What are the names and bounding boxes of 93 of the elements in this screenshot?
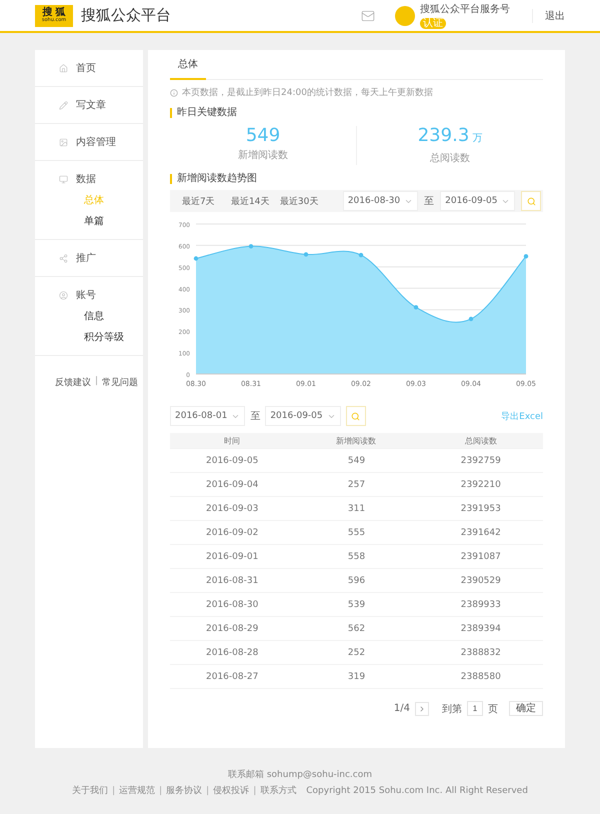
table-cell-text: 562 (346, 624, 366, 634)
table-cell-text: 549 (346, 456, 366, 466)
link-separator: | (112, 786, 116, 796)
date-select[interactable]: 2016-08-30 (342, 191, 418, 211)
link-separator: | (159, 786, 162, 796)
confirm-button[interactable]: 确定 (509, 701, 543, 716)
copyright: Copyright 2015 Sohu.com Inc. All Right Reserved (306, 786, 528, 796)
chevron-right-icon (418, 704, 426, 712)
logo-text: 搜 狐 (42, 8, 66, 18)
nav-icon (59, 290, 68, 300)
table-cell-text: 2016-09-01 (205, 552, 260, 562)
table-cell-text: 2016-08-30 (205, 600, 260, 610)
range-link[interactable]: 最近7天 (182, 194, 225, 208)
sidebar-subitem[interactable]: 信息 (35, 306, 143, 327)
table-cell-text: 2016-09-04 (205, 480, 260, 490)
nav-icon (59, 254, 68, 262)
search-icon (526, 196, 536, 206)
section-heading: 昨日关键数据 (170, 108, 543, 118)
sidebar-item[interactable]: 内容管理 (35, 131, 143, 153)
table-cell-text: 2016-09-05 (205, 456, 260, 466)
help-link[interactable]: 常见问题 (102, 376, 138, 389)
avatar (395, 6, 415, 26)
column-header: 新增阅读数 (335, 436, 378, 446)
column-header: 时间 (223, 436, 242, 446)
link-separator: | (206, 786, 210, 796)
page-input[interactable]: 1 (467, 701, 483, 716)
table-cell-text: 555 (346, 528, 366, 538)
table-cell-text: 2388580 (460, 672, 502, 682)
table-cell-text: 257 (346, 480, 366, 490)
info-icon (170, 88, 178, 96)
date-select[interactable]: 2016-09-05 (440, 191, 516, 211)
sidebar-item[interactable]: 账号 (35, 284, 143, 306)
table-cell-text: 319 (346, 672, 366, 682)
table-cell-text: 2389933 (460, 600, 502, 610)
mail-icon[interactable] (361, 8, 375, 22)
table-cell-text: 2016-09-02 (205, 528, 260, 538)
stat-label: 新增阅读数 (238, 148, 288, 162)
sidebar-item[interactable]: 写文章 (35, 94, 143, 116)
search-icon (351, 412, 360, 420)
sidebar-item[interactable]: 数据 (35, 168, 143, 190)
link-separator: | (95, 376, 98, 388)
nav-icon (59, 138, 68, 146)
sidebar-item[interactable]: 首页 (35, 57, 143, 79)
tab[interactable]: 总体 (170, 50, 206, 80)
table-cell-text: 2392759 (460, 456, 502, 466)
table-cell-text: 539 (346, 600, 366, 610)
table-cell-text: 2016-08-28 (205, 648, 260, 658)
search-button[interactable] (346, 406, 366, 426)
search-button[interactable] (521, 191, 541, 211)
table-cell-text: 2389394 (460, 624, 502, 634)
nav-icon (59, 174, 68, 184)
table-cell-text: 2016-09-03 (205, 504, 260, 514)
table-cell-text: 252 (346, 648, 366, 658)
nav-icon (59, 64, 68, 72)
contact-email: 联系邮箱 sohump@sohu-inc.com (228, 768, 372, 781)
range-link[interactable]: 最近30天 (280, 194, 323, 208)
table-cell-text: 2016-08-29 (205, 624, 260, 634)
table-cell-text: 596 (346, 576, 366, 586)
sidebar-subitem[interactable]: 单篇 (35, 211, 143, 232)
table-cell-text: 2016-08-31 (205, 576, 260, 586)
goto-label: 到第 (442, 702, 462, 716)
platform-title: 搜狐公众平台 (81, 6, 172, 25)
table-cell-text: 2391087 (460, 552, 502, 562)
column-header: 总阅读数 (464, 436, 498, 446)
date-select[interactable]: 2016-09-05 (265, 406, 341, 426)
table-cell-text: 2392210 (460, 480, 502, 490)
sidebar-item[interactable]: 推广 (35, 247, 143, 269)
range-separator: 至 (424, 195, 434, 208)
table-cell-text: 2391642 (460, 528, 502, 538)
page-unit: 页 (488, 702, 498, 716)
verified-badge: 认证 (420, 18, 446, 29)
link-separator: | (253, 786, 256, 796)
notice-text: 本页数据，是截止到昨日24:00的统计数据，每天上午更新数据 (182, 86, 433, 99)
table-cell-text: 311 (346, 504, 366, 514)
stat-value: 239.3 万 (418, 126, 482, 148)
table-cell-text: 2390529 (460, 576, 502, 586)
next-page-button[interactable] (415, 702, 429, 716)
table-cell-text: 2391953 (460, 504, 502, 514)
help-link[interactable]: 反馈建议 (55, 376, 91, 389)
section-heading: 新增阅读数趋势图 (170, 174, 543, 184)
range-separator: 至 (250, 410, 260, 423)
date-select[interactable]: 2016-08-01 (170, 406, 246, 426)
table-cell-text: 2388832 (460, 648, 502, 658)
stat-label: 总阅读数 (430, 152, 470, 165)
stat-value: 549 (246, 126, 280, 146)
nav-icon (59, 100, 68, 110)
account-name: 搜狐公众平台服务号 (420, 2, 510, 16)
table-cell-text: 558 (346, 552, 366, 562)
logout-link[interactable]: 退出 (532, 8, 565, 22)
sidebar-subitem[interactable]: 积分等级 (35, 327, 143, 348)
page-count: 1/4 (394, 703, 410, 714)
range-link[interactable]: 最近14天 (230, 194, 274, 208)
table-cell-text: 2016-08-27 (205, 672, 260, 682)
